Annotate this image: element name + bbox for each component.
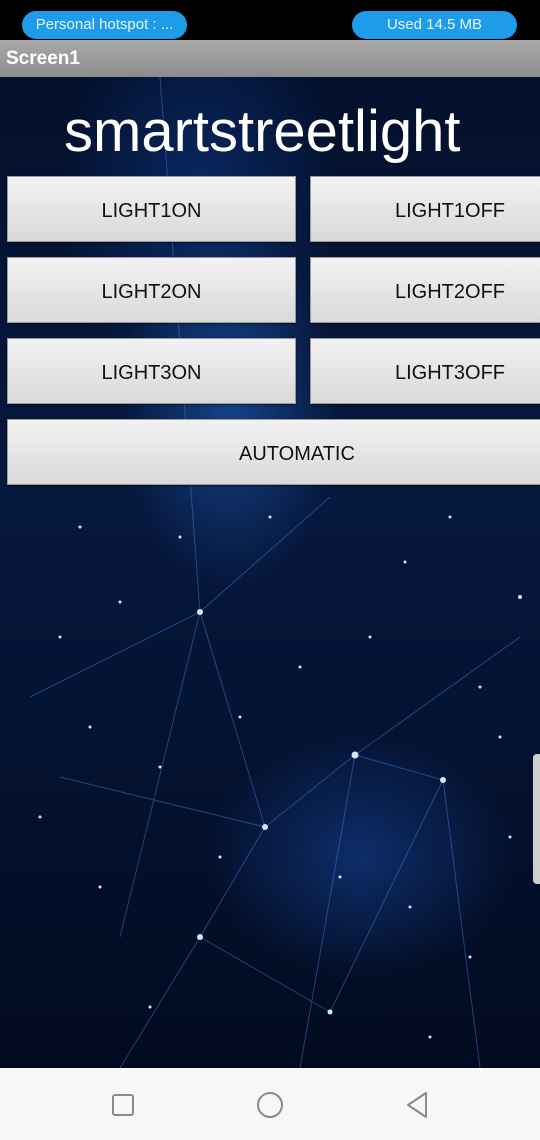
light1-off-button[interactable]: LIGHT1OFF <box>310 176 540 242</box>
hotspot-status-pill[interactable]: Personal hotspot : ... <box>22 11 187 39</box>
main-screen: smartstreetlight LIGHT1ON LIGHT1OFF LIGH… <box>0 77 540 1068</box>
light3-off-button[interactable]: LIGHT3OFF <box>310 338 540 404</box>
title-bar: Screen1 <box>0 40 540 77</box>
app-heading: smartstreetlight <box>64 99 461 164</box>
scroll-handle[interactable] <box>533 754 540 884</box>
automatic-button[interactable]: AUTOMATIC <box>7 419 540 485</box>
light1-on-button[interactable]: LIGHT1ON <box>7 176 296 242</box>
recent-apps-icon[interactable] <box>106 1088 140 1122</box>
back-icon[interactable] <box>400 1088 434 1122</box>
status-bar: Personal hotspot : ... Used 14.5 MB <box>0 0 540 40</box>
light3-on-button[interactable]: LIGHT3ON <box>7 338 296 404</box>
light2-on-button[interactable]: LIGHT2ON <box>7 257 296 323</box>
screen-title: Screen1 <box>6 48 80 69</box>
home-icon[interactable] <box>253 1088 287 1122</box>
data-usage-pill[interactable]: Used 14.5 MB <box>352 11 517 39</box>
light2-off-button[interactable]: LIGHT2OFF <box>310 257 540 323</box>
navigation-bar <box>0 1068 540 1140</box>
